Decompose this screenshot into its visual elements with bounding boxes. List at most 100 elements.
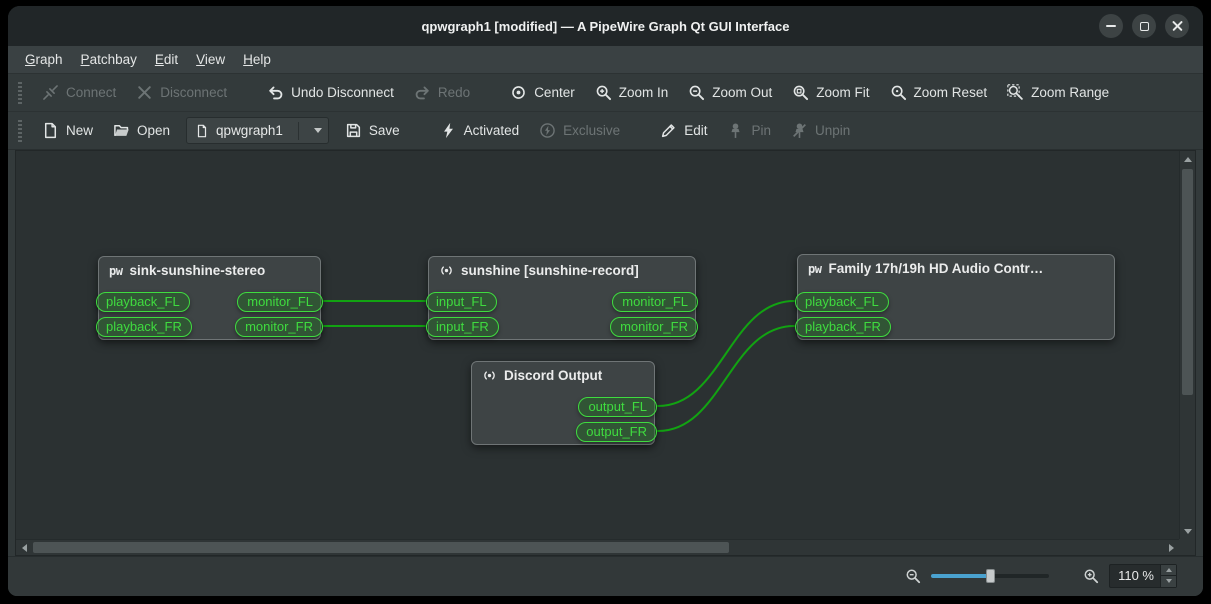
- redo-button[interactable]: Redo: [406, 79, 478, 106]
- zoom-spinbox[interactable]: 110 %: [1109, 563, 1177, 588]
- port-playback-fl[interactable]: playback_FL: [795, 292, 889, 312]
- slider-handle[interactable]: [986, 568, 995, 583]
- menu-view[interactable]: View: [187, 48, 234, 71]
- zoom-slider[interactable]: [931, 568, 1049, 584]
- zoom-range-icon: [1007, 84, 1023, 100]
- node-discord-output[interactable]: Discord Output output_FL output_FR: [471, 361, 657, 445]
- node-sink-sunshine-stereo[interactable]: pw sink-sunshine-stereo playback_FL play…: [96, 256, 323, 340]
- port-output-fr[interactable]: output_FR: [576, 422, 657, 442]
- port-input-fr[interactable]: input_FR: [426, 317, 499, 337]
- port-playback-fr[interactable]: playback_FR: [96, 317, 192, 337]
- chevron-down-icon: [313, 128, 322, 133]
- arrow-up-icon: [1184, 156, 1192, 162]
- port-input-fl[interactable]: input_FL: [426, 292, 497, 312]
- scroll-down-button[interactable]: [1180, 523, 1195, 539]
- port-monitor-fr[interactable]: monitor_FR: [610, 317, 698, 337]
- port-playback-fl[interactable]: playback_FL: [96, 292, 190, 312]
- edit-button[interactable]: Edit: [652, 117, 715, 144]
- disconnect-button[interactable]: Disconnect: [128, 79, 235, 106]
- vertical-scrollbar[interactable]: [1179, 151, 1195, 539]
- zoom-out-icon: [906, 569, 921, 583]
- unpin-label: Unpin: [814, 123, 851, 138]
- zoom-range-label: Zoom Range: [1031, 85, 1110, 100]
- patchbay-combo-value: qpwgraph1: [216, 123, 283, 138]
- zoom-out-button[interactable]: Zoom Out: [680, 79, 780, 106]
- node-title: Discord Output: [504, 368, 603, 383]
- scroll-right-button[interactable]: [1163, 540, 1179, 555]
- zoom-in-button[interactable]: Zoom In: [587, 79, 677, 106]
- arrow-left-icon: [21, 544, 27, 552]
- unpin-icon: [793, 123, 806, 138]
- undo-disconnect-label: Undo Disconnect: [291, 85, 394, 100]
- close-icon: [1172, 21, 1183, 32]
- pin-icon: [731, 123, 741, 138]
- activated-icon: [443, 122, 453, 139]
- activated-button[interactable]: Activated: [432, 117, 528, 144]
- connect-button[interactable]: Connect: [34, 79, 124, 106]
- zoom-out-mini-button[interactable]: [905, 568, 921, 584]
- vertical-scrollbar-thumb[interactable]: [1182, 169, 1193, 395]
- toolbar-handle[interactable]: [18, 81, 22, 104]
- titlebar[interactable]: qpwgraph1 [modified] — A PipeWire Graph …: [8, 6, 1203, 46]
- node-header: pw sink-sunshine-stereo: [99, 257, 320, 282]
- open-label: Open: [137, 123, 171, 138]
- port-output-fl[interactable]: output_FL: [578, 397, 657, 417]
- zoom-in-icon: [596, 85, 611, 101]
- port-playback-fr[interactable]: playback_FR: [795, 317, 891, 337]
- spin-down-button[interactable]: [1161, 576, 1176, 587]
- node-header: Discord Output: [472, 362, 654, 387]
- exclusive-button[interactable]: Exclusive: [531, 117, 628, 144]
- port-monitor-fl[interactable]: monitor_FL: [237, 292, 323, 312]
- maximize-icon: [1139, 21, 1149, 31]
- zoom-in-label: Zoom In: [618, 85, 669, 100]
- zoom-range-button[interactable]: Zoom Range: [999, 79, 1117, 106]
- graph-canvas[interactable]: pw sink-sunshine-stereo playback_FL play…: [15, 150, 1196, 556]
- toolbar-graph: Connect Disconnect Undo Disconnect Redo …: [8, 74, 1203, 112]
- node-title: sink-sunshine-stereo: [129, 263, 266, 278]
- menu-edit[interactable]: Edit: [146, 48, 187, 71]
- connect-label: Connect: [66, 85, 117, 100]
- unpin-button[interactable]: Unpin: [783, 117, 858, 144]
- app-window: qpwgraph1 [modified] — A PipeWire Graph …: [8, 6, 1203, 596]
- zoom-fit-button[interactable]: Zoom Fit: [784, 79, 877, 106]
- connection-cables: [323, 299, 795, 432]
- close-button[interactable]: [1165, 14, 1189, 38]
- scroll-up-button[interactable]: [1180, 151, 1195, 167]
- node-header: pw Family 17h/19h HD Audio Contr…: [798, 255, 1114, 280]
- pin-label: Pin: [751, 123, 771, 138]
- menu-graph[interactable]: Graph: [16, 48, 72, 71]
- port-monitor-fl[interactable]: monitor_FL: [612, 292, 698, 312]
- node-family-hd-audio[interactable]: pw Family 17h/19h HD Audio Contr… playba…: [795, 254, 1115, 340]
- toolbar-handle[interactable]: [18, 119, 22, 142]
- horizontal-scrollbar-thumb[interactable]: [33, 542, 729, 553]
- menu-help[interactable]: Help: [234, 48, 280, 71]
- spin-buttons: [1160, 564, 1176, 587]
- edit-icon: [662, 124, 675, 138]
- port-monitor-fr[interactable]: monitor_FR: [235, 317, 323, 337]
- scroll-left-button[interactable]: [16, 540, 32, 555]
- audio-node-icon: [484, 371, 495, 380]
- center-button[interactable]: Center: [502, 79, 583, 106]
- node-sunshine-record[interactable]: sunshine [sunshine-record] input_FL inpu…: [426, 256, 698, 340]
- patchbay-combo[interactable]: qpwgraph1: [186, 117, 329, 144]
- exclusive-label: Exclusive: [563, 123, 621, 138]
- connect-icon: [43, 85, 58, 100]
- spin-up-button[interactable]: [1161, 564, 1176, 576]
- minimize-button[interactable]: [1099, 14, 1123, 38]
- maximize-button[interactable]: [1132, 14, 1156, 38]
- arrow-right-icon: [1168, 544, 1174, 552]
- zoom-out-icon: [689, 85, 705, 101]
- open-button[interactable]: Open: [105, 117, 178, 144]
- node-header: sunshine [sunshine-record]: [429, 257, 695, 282]
- statusbar: 110 %: [8, 556, 1203, 596]
- node-title: Family 17h/19h HD Audio Contr…: [828, 261, 1044, 276]
- undo-disconnect-button[interactable]: Undo Disconnect: [259, 79, 402, 106]
- save-button[interactable]: Save: [337, 117, 408, 144]
- menu-patchbay[interactable]: Patchbay: [72, 48, 146, 71]
- horizontal-scrollbar[interactable]: [16, 539, 1179, 555]
- zoom-in-mini-button[interactable]: [1083, 568, 1099, 584]
- new-button[interactable]: New: [34, 117, 101, 144]
- connection-cable: [657, 325, 795, 432]
- zoom-reset-button[interactable]: Zoom Reset: [882, 79, 996, 106]
- pin-button[interactable]: Pin: [719, 117, 779, 144]
